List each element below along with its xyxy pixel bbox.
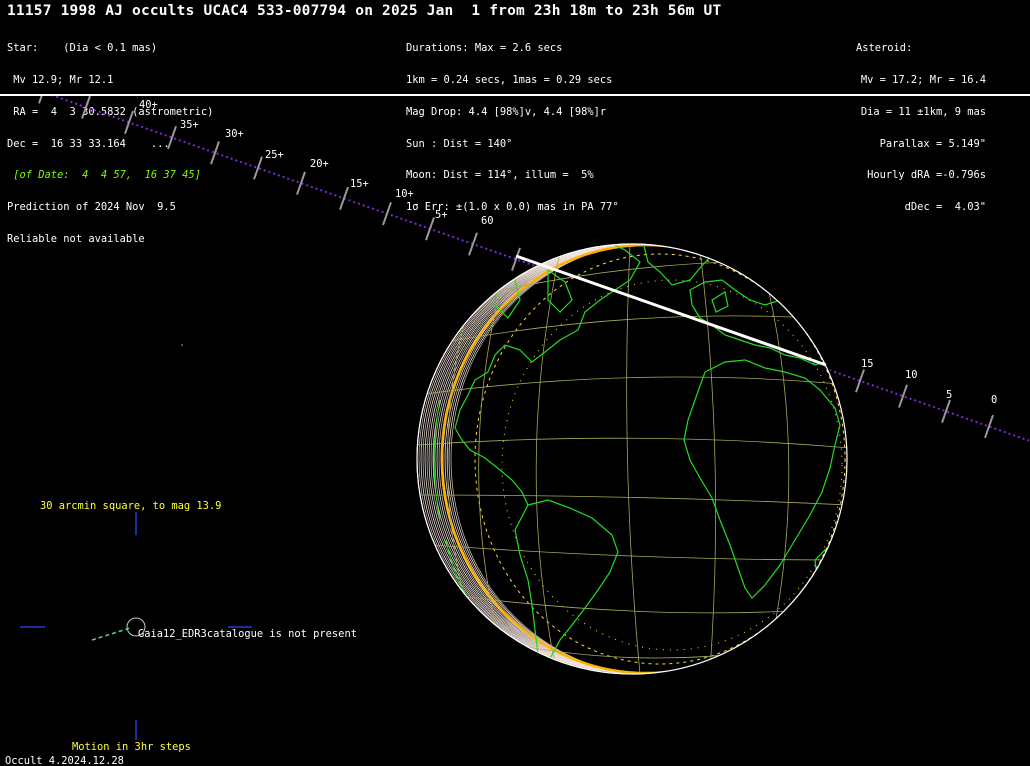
- tick-label: 25+: [265, 149, 284, 161]
- tick-label: 40+: [139, 99, 158, 111]
- tick-label: 10+: [395, 188, 414, 200]
- time-tick: [81, 96, 91, 119]
- tick-label: 10: [905, 369, 918, 381]
- star-chart: [20, 344, 252, 740]
- occultation-diagram: [20, 96, 1030, 740]
- version-footer: Occult 4.2024.12.28: [5, 755, 124, 766]
- asteroid-motion-track: [91, 627, 131, 641]
- tick-label: 5+: [435, 209, 448, 221]
- tick-label: 5: [946, 389, 953, 401]
- tick-label: 35+: [180, 119, 199, 131]
- time-tick: [339, 186, 349, 211]
- starchart-caption: 30 arcmin square, to mag 13.9: [40, 500, 222, 512]
- time-tick: [38, 96, 43, 104]
- tick-label: 60: [481, 215, 494, 227]
- time-tick: [425, 217, 435, 241]
- catalogue-note: Gaia12_EDR3catalogue is not present: [138, 628, 357, 640]
- tick-label: 30+: [225, 128, 244, 140]
- occult-display: { "title": "11157 1998 AJ occults UCAC4 …: [0, 0, 1030, 766]
- time-tick: [382, 201, 392, 226]
- tick-label: 20+: [310, 158, 329, 170]
- tick-label: 0: [991, 394, 998, 406]
- motion-caption: Motion in 3hr steps: [72, 741, 191, 753]
- time-tick: [468, 232, 478, 256]
- time-tick: [124, 110, 134, 135]
- tick-label: 15: [861, 358, 874, 370]
- tick-label: 15+: [350, 178, 369, 190]
